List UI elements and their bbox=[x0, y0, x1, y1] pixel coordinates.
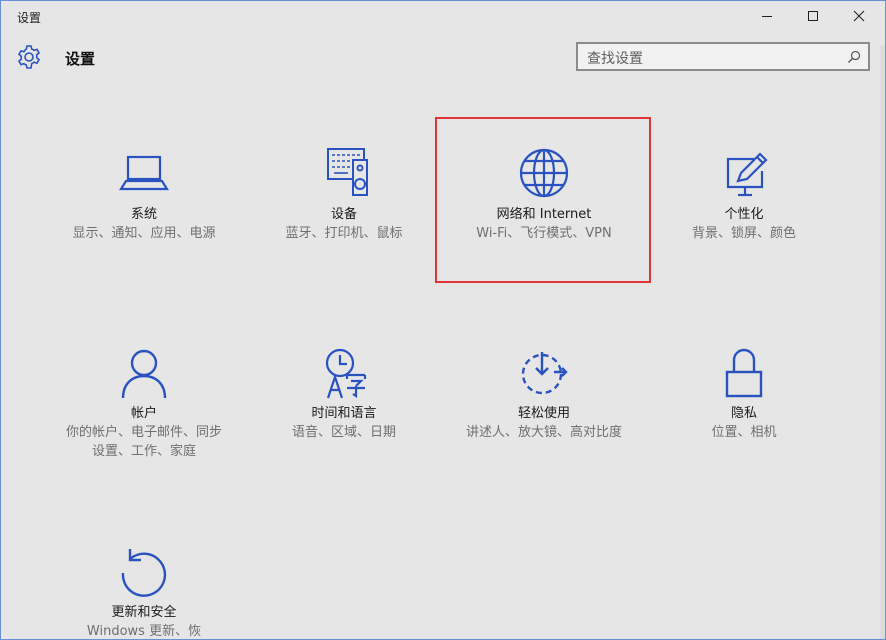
tile-accounts[interactable]: 帐户 你的帐户、电子邮件、同步设置、工作、家庭 bbox=[59, 344, 229, 461]
tile-privacy-name: 隐私 bbox=[730, 406, 757, 421]
page-title: 设置 bbox=[65, 50, 96, 68]
tile-privacy-desc: 位置、相机 bbox=[711, 425, 777, 440]
time-language-icon bbox=[325, 348, 367, 399]
tile-ease-of-access[interactable]: 轻松使用 讲述人、放大镜、高对比度 bbox=[459, 344, 629, 442]
lock-icon bbox=[725, 348, 763, 398]
tile-personalization-name: 个性化 bbox=[724, 207, 764, 222]
title-bar[interactable]: 设置 bbox=[1, 1, 885, 33]
settings-window: 设置 设置 查找设置 系统 显示、通知、应用、电源 设备 蓝牙、打印机、鼠标 网… bbox=[0, 0, 886, 640]
tile-time-language[interactable]: 时间和语言 语音、区域、日期 bbox=[259, 344, 429, 442]
tile-update-security-desc: Windows 更新、恢 bbox=[86, 624, 202, 639]
tile-personalization-desc: 背景、锁屏、颜色 bbox=[691, 226, 796, 241]
tile-accounts-desc: 你的帐户、电子邮件、同步设置、工作、家庭 bbox=[65, 425, 222, 459]
window-title: 设置 bbox=[17, 11, 42, 25]
personalization-icon bbox=[726, 152, 768, 197]
update-icon bbox=[121, 549, 167, 597]
tile-update-security[interactable]: 更新和安全 Windows 更新、恢 bbox=[59, 543, 229, 639]
search-box[interactable]: 查找设置 bbox=[576, 42, 870, 71]
close-button[interactable] bbox=[837, 1, 883, 33]
close-icon bbox=[853, 10, 865, 22]
tile-system[interactable]: 系统 显示、通知、应用、电源 bbox=[59, 145, 229, 243]
tile-system-name: 系统 bbox=[130, 207, 157, 222]
search-icon[interactable] bbox=[847, 50, 861, 64]
tile-privacy[interactable]: 隐私 位置、相机 bbox=[659, 344, 829, 442]
highlight-frame bbox=[435, 117, 651, 283]
minimize-icon bbox=[762, 16, 772, 17]
ease-of-access-icon bbox=[521, 352, 568, 395]
laptop-icon bbox=[119, 155, 169, 191]
maximize-button[interactable] bbox=[791, 1, 837, 33]
tile-update-security-name: 更新和安全 bbox=[111, 605, 177, 620]
tile-personalization[interactable]: 个性化 背景、锁屏、颜色 bbox=[659, 145, 829, 243]
tile-time-language-desc: 语音、区域、日期 bbox=[291, 425, 396, 440]
scrollbar[interactable] bbox=[880, 45, 885, 639]
maximize-icon bbox=[808, 11, 818, 21]
search-input[interactable]: 查找设置 bbox=[587, 48, 643, 68]
person-icon bbox=[121, 349, 167, 399]
tile-time-language-name: 时间和语言 bbox=[311, 406, 377, 421]
tile-accounts-name: 帐户 bbox=[130, 406, 157, 421]
tile-devices-name: 设备 bbox=[330, 207, 357, 222]
tile-devices-desc: 蓝牙、打印机、鼠标 bbox=[285, 226, 403, 241]
devices-icon bbox=[327, 148, 368, 196]
minimize-button[interactable] bbox=[745, 1, 791, 33]
tile-ease-of-access-name: 轻松使用 bbox=[517, 406, 570, 421]
gear-icon bbox=[17, 45, 41, 69]
tile-system-desc: 显示、通知、应用、电源 bbox=[72, 226, 216, 241]
tile-ease-of-access-desc: 讲述人、放大镜、高对比度 bbox=[465, 425, 622, 440]
tile-devices[interactable]: 设备 蓝牙、打印机、鼠标 bbox=[259, 145, 429, 243]
